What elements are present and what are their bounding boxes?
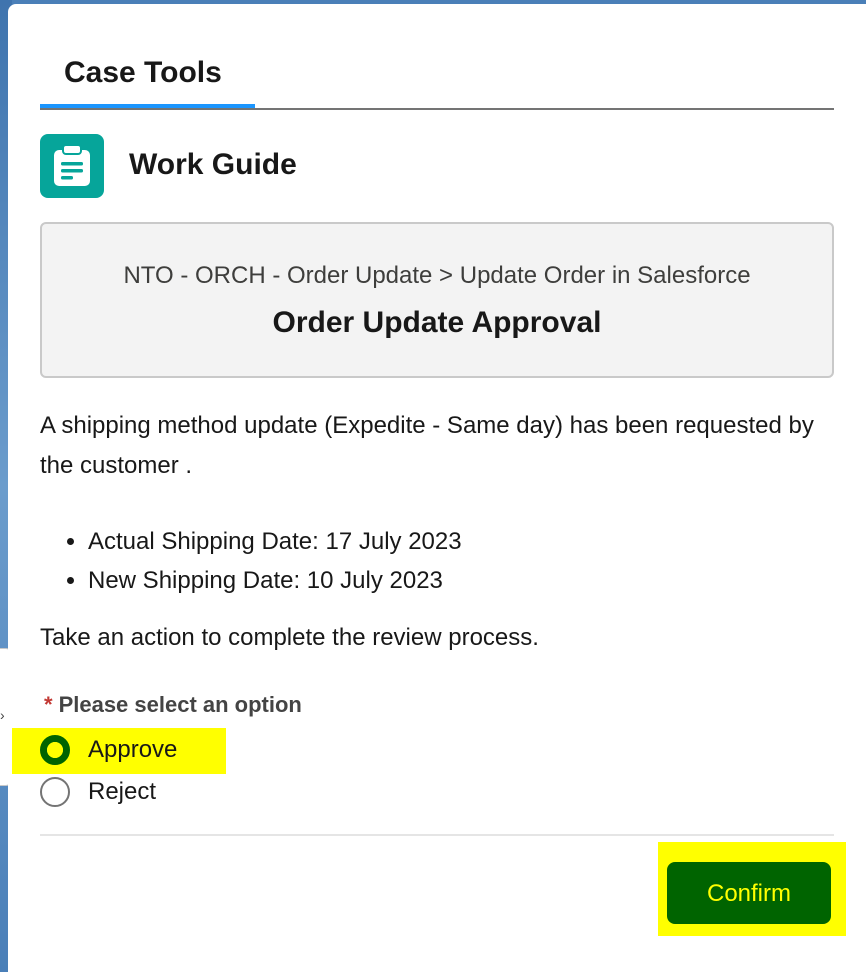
clipboard-icon — [40, 134, 104, 198]
footer-divider — [40, 834, 834, 836]
question-text: Please select an option — [58, 692, 302, 717]
shipping-date-list: Actual Shipping Date: 17 July 2023 New S… — [40, 522, 462, 600]
radio-label-reject: Reject — [88, 778, 157, 805]
work-guide-title: Work Guide — [129, 148, 297, 181]
radio-reject[interactable] — [40, 777, 70, 807]
required-marker: * — [44, 692, 53, 717]
radio-option-approve[interactable]: Approve — [40, 732, 220, 768]
radio-label-approve: Approve — [88, 736, 178, 763]
step-info-box: NTO - ORCH - Order Update > Update Order… — [40, 222, 834, 378]
question-label: * Please select an option — [44, 692, 302, 718]
chevron-right-icon: › — [0, 707, 5, 723]
list-item: Actual Shipping Date: 17 July 2023 — [88, 522, 462, 561]
tab-label: Case Tools — [64, 56, 222, 89]
instruction-text: Take an action to complete the review pr… — [40, 624, 539, 651]
breadcrumb: NTO - ORCH - Order Update > Update Order… — [123, 262, 751, 289]
radio-option-reject[interactable]: Reject — [40, 774, 220, 810]
tab-bar: Case Tools — [40, 44, 834, 110]
list-item: New Shipping Date: 10 July 2023 — [88, 561, 462, 600]
description-text: A shipping method update (Expedite - Sam… — [40, 412, 814, 479]
case-tools-panel: Case Tools Work Guide NTO - ORCH - Order… — [8, 4, 866, 972]
confirm-button[interactable]: Confirm — [667, 862, 831, 924]
radio-approve[interactable] — [40, 735, 70, 765]
tab-case-tools[interactable]: Case Tools — [40, 44, 255, 108]
step-title: Order Update Approval — [272, 306, 602, 339]
